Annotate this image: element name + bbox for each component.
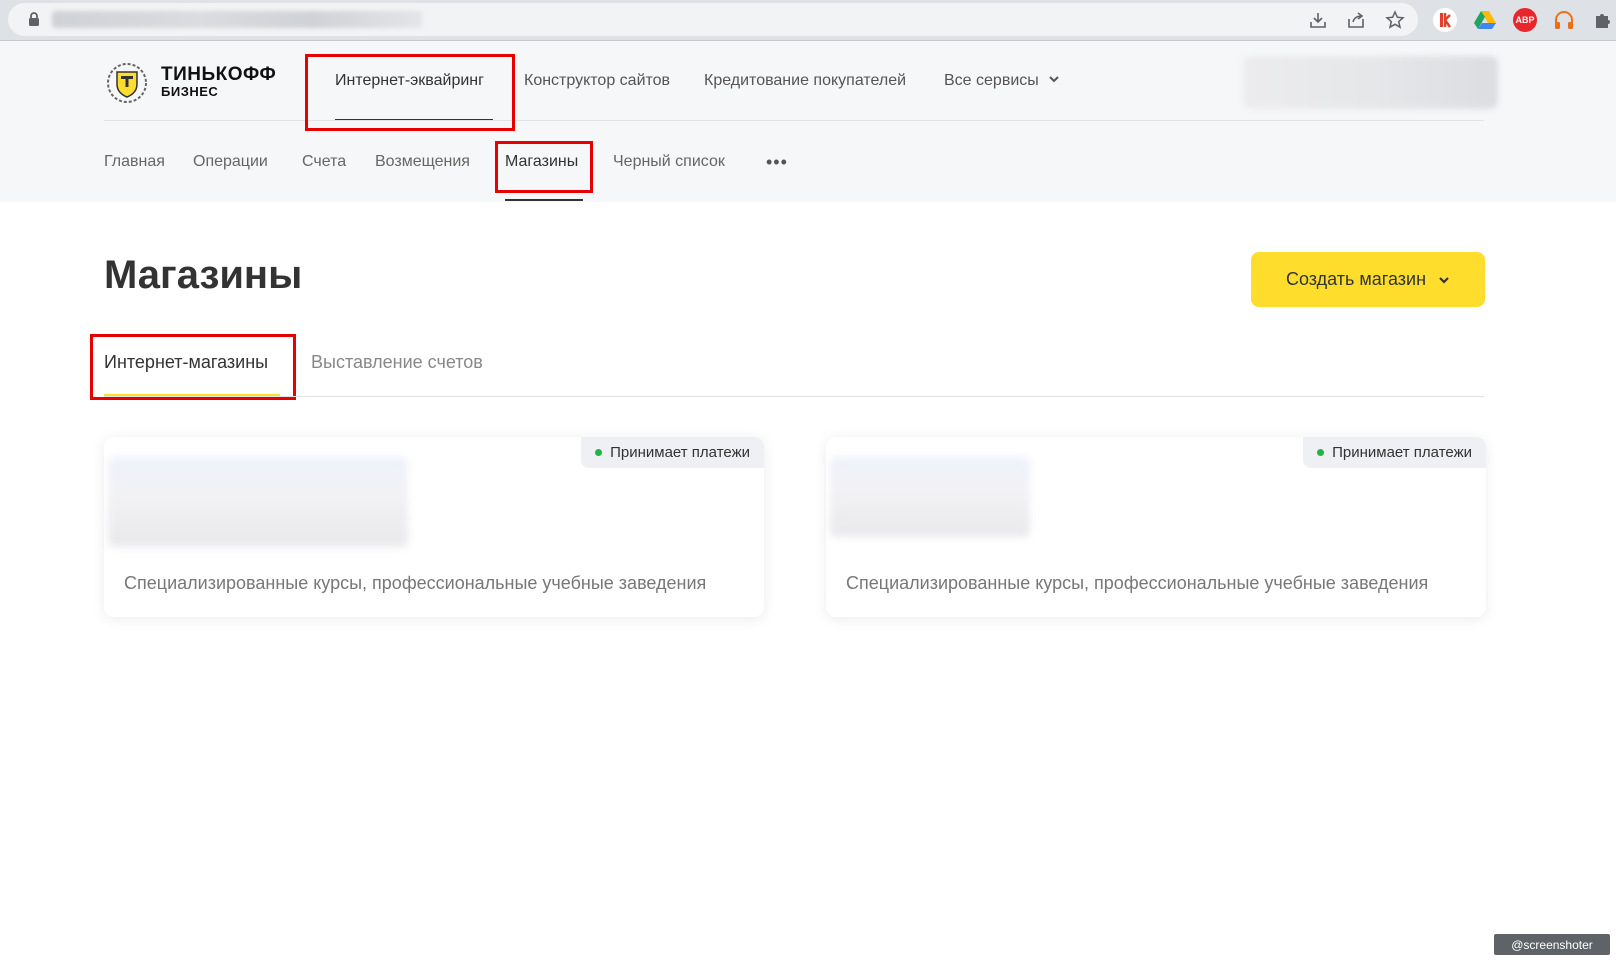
star-icon[interactable] [1385, 10, 1405, 30]
status-text: Принимает платежи [610, 444, 750, 461]
subnav-refunds[interactable]: Возмещения [375, 153, 470, 171]
user-profile-blurred[interactable] [1243, 56, 1498, 109]
tinkoff-logo-icon[interactable] [104, 62, 150, 104]
url-text-blurred [52, 11, 422, 28]
puzzle-icon[interactable] [1592, 8, 1616, 32]
address-bar[interactable] [8, 3, 1418, 36]
lock-icon [29, 12, 39, 26]
topnav-site-builder[interactable]: Конструктор сайтов [524, 72, 670, 90]
shop-name-blurred [830, 457, 1030, 537]
chevron-down-icon [1439, 276, 1449, 284]
status-text: Принимает платежи [1332, 444, 1472, 461]
subnav-home[interactable]: Главная [104, 153, 165, 171]
shop-card[interactable]: Принимает платежи Специализированные кур… [826, 437, 1486, 617]
logo-title: ТИНЬКОФФ [161, 64, 277, 85]
shop-card[interactable]: Принимает платежи Специализированные кур… [104, 437, 764, 617]
more-icon[interactable]: ••• [766, 152, 788, 173]
adblock-icon[interactable]: ABP [1513, 8, 1537, 32]
tab-online-shops[interactable]: Интернет-магазины [104, 352, 268, 373]
status-dot-icon [1317, 449, 1325, 456]
subnav-active-indicator [505, 199, 583, 201]
topnav-all-services-label: Все сервисы [944, 72, 1039, 89]
subnav-operations[interactable]: Операции [193, 153, 268, 171]
topnav-buyer-credit[interactable]: Кредитование покупателей [704, 72, 906, 90]
tab-invoicing[interactable]: Выставление счетов [311, 352, 483, 373]
share-icon[interactable] [1346, 10, 1366, 30]
drive-icon[interactable] [1473, 8, 1497, 32]
shop-name-blurred [108, 457, 408, 547]
tabs-divider [104, 396, 1484, 397]
subnav-blacklist[interactable]: Черный список [613, 153, 725, 171]
page-title: Магазины [104, 253, 303, 297]
status-dot-icon [595, 449, 603, 456]
annotation-box-shops [495, 141, 593, 193]
status-badge: Принимает платежи [1303, 437, 1486, 468]
shop-category: Специализированные курсы, профессиональн… [846, 573, 1429, 593]
topnav-all-services[interactable]: Все сервисы [944, 72, 1059, 90]
status-badge: Принимает платежи [581, 437, 764, 468]
create-shop-button[interactable]: Создать магазин [1251, 252, 1485, 307]
watermark: @screenshoter [1494, 934, 1610, 955]
annotation-box-acquiring [305, 54, 515, 131]
chevron-down-icon [1049, 76, 1059, 83]
create-shop-label: Создать магазин [1285, 269, 1427, 289]
headphones-icon[interactable] [1552, 8, 1576, 32]
shop-category: Специализированные курсы, профессиональн… [124, 573, 707, 593]
extension-k-icon[interactable] [1433, 8, 1457, 32]
browser-toolbar: ABP [0, 0, 1616, 41]
download-icon[interactable] [1308, 10, 1328, 30]
subnav-invoices[interactable]: Счета [302, 153, 346, 171]
tab-active-indicator [104, 394, 280, 396]
logo-subtitle: БИЗНЕС [161, 84, 219, 99]
